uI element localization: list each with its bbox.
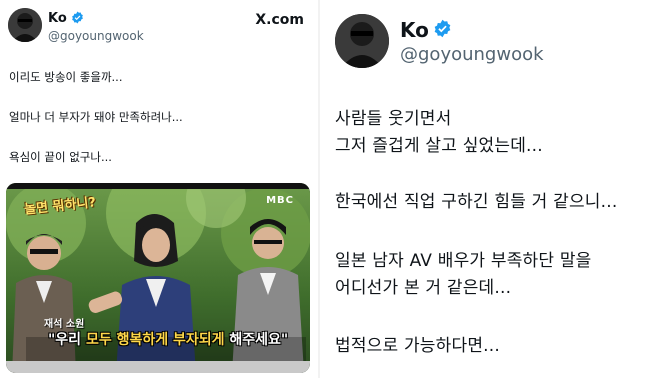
tweet-line: 일본 남자 AV 배우가 부족하단 말을	[335, 251, 592, 271]
display-name[interactable]: Ko	[48, 11, 67, 26]
tweet-line: 한국에선 직업 구하긴 힘들 거 같으니...	[335, 192, 618, 212]
tweet-line: 그저 즐겁게 살고 싶었는데...	[335, 136, 543, 156]
handle[interactable]: @goyoungwook	[400, 44, 544, 65]
display-name[interactable]: Ko	[400, 18, 429, 42]
caption-subtitle: "우리 모두 행복하게 부자되게 해주세요"	[48, 329, 288, 349]
caption-open: "우리	[48, 332, 86, 348]
tweet-line: 욕심이 끝이 없구나...	[9, 150, 112, 164]
verified-badge-icon	[71, 9, 84, 28]
caption-close: 해주세요"	[224, 332, 289, 348]
right-tweet-card: Ko @goyoungwook 사람들 웃기면서 그저 즐겁게 살고 싶었는데.…	[320, 0, 647, 378]
tweet-line: 사람들 웃기면서	[335, 109, 452, 129]
caption-label: 재석 소원	[44, 319, 85, 330]
caption-highlight: 모두 행복하게 부자되게	[85, 332, 225, 348]
avatar[interactable]	[335, 14, 389, 68]
avatar[interactable]	[8, 8, 42, 42]
tweet-line: 이리도 방송이 좋을까...	[9, 70, 123, 84]
tweet-line: 어디선가 본 거 같은데...	[335, 278, 512, 298]
channel-logo: MBC	[266, 195, 294, 206]
left-tweet-card: Ko @goyoungwook X.com 이리도 방송이 좋을까... 얼마나…	[0, 0, 318, 378]
tweet-media-image[interactable]: 놀면 뭐하니? MBC 재석 소원 "우리 모두 행복하게 부자되게 해주세요"	[6, 183, 310, 373]
tweet-line: 법적으로 가능하다면...	[335, 336, 500, 356]
verified-badge-icon	[433, 19, 452, 42]
tweet-line: 얼마나 더 부자가 돼야 만족하려나...	[9, 110, 183, 124]
handle[interactable]: @goyoungwook	[48, 29, 144, 43]
x-logo-label: X.com	[255, 12, 304, 28]
